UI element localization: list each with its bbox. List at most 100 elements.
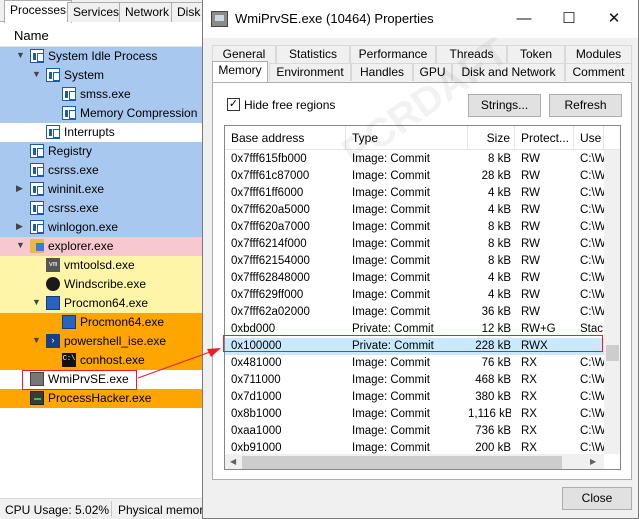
tab-handles[interactable]: Handles — [351, 63, 413, 81]
col-protection[interactable]: Protect... — [515, 126, 574, 150]
process-row[interactable]: ▼ System Idle Process — [0, 47, 210, 66]
process-row[interactable]: Memory Compression — [0, 104, 210, 123]
cell-use: C:\W — [580, 255, 604, 267]
cell-base-address: 0x7fff629ff000 — [231, 289, 304, 301]
process-row[interactable]: ▶ winlogon.exe — [0, 218, 210, 237]
dialog-title: WmiPrvSE.exe (10464) Properties — [235, 11, 434, 26]
close-window-button[interactable]: ✕ — [592, 4, 636, 34]
strings-button[interactable]: Strings... — [468, 94, 541, 117]
process-row[interactable]: C:\ conhost.exe — [0, 351, 210, 370]
tab-processes[interactable]: Processes — [4, 0, 73, 23]
expand-arrow-icon[interactable]: ▶ — [16, 183, 23, 194]
cell-base-address: 0x481000 — [231, 357, 282, 369]
cell-use: Stac — [580, 323, 604, 335]
hide-free-regions-label[interactable]: Hide free regions — [244, 98, 335, 112]
process-row[interactable]: Registry — [0, 142, 210, 161]
process-row[interactable]: ▶ wininit.exe — [0, 180, 210, 199]
cell-base-address: 0x711000 — [231, 374, 281, 386]
memory-row[interactable]: 0x7fff6214f000 Image: Commit 8 kB RW C:\W — [225, 236, 604, 253]
refresh-button[interactable]: Refresh — [549, 94, 622, 117]
window-icon — [30, 163, 44, 177]
memory-row[interactable]: 0x7fff62848000 Image: Commit 4 kB RW C:\W — [225, 270, 604, 287]
collapse-arrow-icon[interactable]: ▼ — [16, 240, 25, 250]
horizontal-scrollbar[interactable]: ◀ ▶ — [225, 454, 604, 469]
process-row[interactable]: Windscribe.exe — [0, 275, 210, 294]
memory-row[interactable]: 0x711000 Image: Commit 468 kB RX C:\W — [225, 372, 604, 389]
memory-row[interactable]: 0x8b1000 Image: Commit 1,116 kB RX C:\W — [225, 406, 604, 423]
close-button[interactable]: Close — [562, 487, 632, 510]
tab-services[interactable]: Services — [67, 2, 126, 22]
cell-type: Image: Commit — [352, 408, 430, 420]
collapse-arrow-icon[interactable]: ▼ — [32, 297, 41, 307]
cell-type: Image: Commit — [352, 238, 430, 250]
process-row[interactable]: ▼ › powershell_ise.exe — [0, 332, 210, 351]
process-row[interactable]: ProcessHacker.exe — [0, 389, 210, 408]
cell-base-address: 0x7fff62154000 — [231, 255, 310, 267]
cell-size: 1,116 kB — [468, 408, 511, 420]
vertical-scrollbar[interactable] — [604, 150, 620, 454]
cell-base-address: 0x8b1000 — [231, 408, 282, 420]
column-header-name[interactable]: Name — [0, 23, 210, 47]
process-row[interactable]: vm vmtoolsd.exe — [0, 256, 210, 275]
scroll-left-arrow-icon[interactable]: ◀ — [230, 457, 236, 466]
process-row[interactable]: ▼ System — [0, 66, 210, 85]
memory-row[interactable]: 0x7fff620a7000 Image: Commit 8 kB RW C:\W — [225, 219, 604, 236]
memory-row[interactable]: 0x7fff62154000 Image: Commit 8 kB RW C:\W — [225, 253, 604, 270]
collapse-arrow-icon[interactable]: ▼ — [16, 50, 25, 60]
cell-use: C:\W — [580, 289, 604, 301]
maximize-button[interactable]: ☐ — [547, 4, 591, 34]
tab-memory[interactable]: Memory — [212, 61, 268, 82]
cell-size: 8 kB — [487, 255, 511, 267]
vertical-scroll-thumb[interactable] — [606, 345, 619, 361]
process-row[interactable]: Procmon64.exe — [0, 313, 210, 332]
horizontal-scroll-thumb[interactable] — [242, 456, 562, 469]
tab-comment[interactable]: Comment — [565, 63, 632, 81]
process-row[interactable]: ▼ Procmon64.exe — [0, 294, 210, 313]
process-row[interactable]: ▼ explorer.exe — [0, 237, 210, 256]
memory-row[interactable]: 0x7fff615fb000 Image: Commit 8 kB RW C:\W — [225, 151, 604, 168]
cell-use: C:\W — [580, 374, 604, 386]
memory-regions-list[interactable]: Base address Type Size Protect... Use 0x… — [224, 125, 621, 470]
processhacker-icon — [30, 391, 44, 405]
tab-statistics[interactable]: Statistics — [276, 45, 350, 63]
console-icon: C:\ — [62, 353, 76, 367]
cell-size: 8 kB — [487, 238, 511, 250]
collapse-arrow-icon[interactable]: ▼ — [32, 335, 41, 345]
minimize-button[interactable]: — — [502, 4, 546, 34]
memory-row[interactable]: 0x7fff61ff6000 Image: Commit 4 kB RW C:\W — [225, 185, 604, 202]
tab-network[interactable]: Network — [119, 2, 176, 22]
cell-size: 36 kB — [481, 306, 511, 318]
scroll-right-arrow-icon[interactable]: ▶ — [590, 457, 596, 466]
tab-token[interactable]: Token — [507, 45, 565, 63]
memory-row[interactable]: 0x7fff629ff000 Image: Commit 4 kB RW C:\W — [225, 287, 604, 304]
tab-environment[interactable]: Environment — [269, 63, 351, 81]
cell-size: 4 kB — [487, 272, 511, 284]
hide-free-regions-checkbox[interactable]: ✓ — [227, 98, 240, 111]
memory-row[interactable]: 0x481000 Image: Commit 76 kB RX C:\W — [225, 355, 604, 372]
memory-row[interactable]: 0xaa1000 Image: Commit 736 kB RX C:\W — [225, 423, 604, 440]
cell-use: C:\W — [580, 408, 604, 420]
cell-size: 8 kB — [487, 221, 511, 233]
tab-modules[interactable]: Modules — [565, 45, 632, 63]
col-base-address[interactable]: Base address — [225, 126, 346, 150]
memory-row[interactable]: 0x7d1000 Image: Commit 380 kB RX C:\W — [225, 389, 604, 406]
col-use[interactable]: Use — [574, 126, 604, 150]
process-row[interactable]: csrss.exe — [0, 199, 210, 218]
process-row[interactable]: smss.exe — [0, 85, 210, 104]
process-name: winlogon.exe — [48, 220, 119, 234]
process-row[interactable]: csrss.exe — [0, 161, 210, 180]
expand-arrow-icon[interactable]: ▶ — [16, 221, 23, 232]
cell-base-address: 0x7fff6214f000 — [231, 238, 307, 250]
window-icon — [62, 106, 76, 120]
process-row[interactable]: Interrupts — [0, 123, 210, 142]
dialog-titlebar[interactable]: WmiPrvSE.exe (10464) Properties — ☐ ✕ — [203, 0, 638, 38]
memory-row[interactable]: 0x7fff620a5000 Image: Commit 4 kB RW C:\W — [225, 202, 604, 219]
col-size[interactable]: Size — [468, 126, 515, 150]
cell-type: Image: Commit — [352, 204, 430, 216]
cell-protection: RW — [521, 238, 540, 250]
collapse-arrow-icon[interactable]: ▼ — [32, 69, 41, 79]
tab-performance[interactable]: Performance — [350, 45, 436, 63]
memory-row[interactable]: 0x7fff62a02000 Image: Commit 36 kB RW C:\W — [225, 304, 604, 321]
process-name: Windscribe.exe — [64, 277, 147, 291]
memory-row[interactable]: 0x7fff61c87000 Image: Commit 28 kB RW C:\W — [225, 168, 604, 185]
